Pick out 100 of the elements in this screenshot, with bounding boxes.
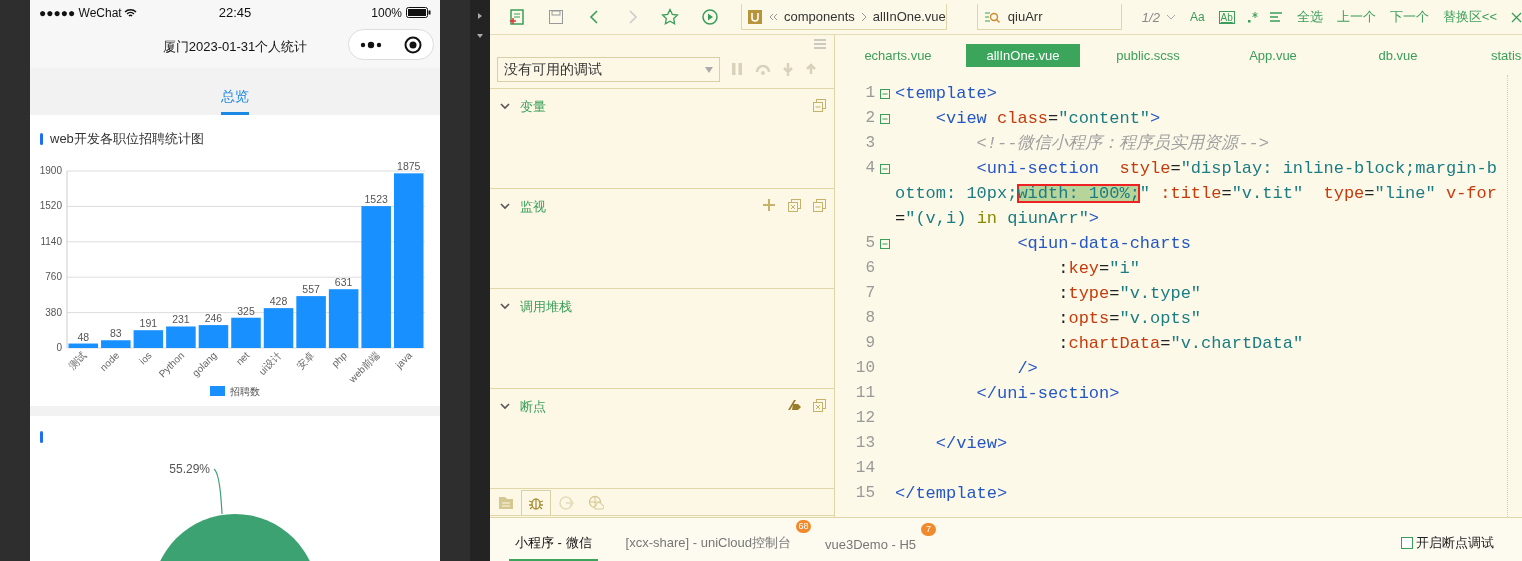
breakpoint-toggle-icon[interactable] [787,398,801,412]
file-list-icon [498,495,514,511]
axis-tick-label: 380 [45,306,62,318]
percent-label: 55.29% [169,462,210,476]
chevron-down-icon[interactable] [500,101,510,111]
line-number: 14 [854,458,875,479]
value-label: 1523 [364,193,388,206]
axis-tick-label: 1140 [40,235,62,247]
side-tab[interactable] [521,490,551,515]
line-number: 6 [864,258,875,279]
collapse-icon[interactable] [880,238,890,249]
expand-icon[interactable] [476,12,484,20]
clock-time: 22:45 [218,5,252,20]
collapse-icon[interactable] [880,88,890,99]
bug-icon [528,495,544,511]
restore-icon[interactable] [812,98,826,112]
panel-section-title[interactable]: 监视 [520,198,546,216]
line-number: 15 [854,483,875,504]
search-field[interactable]: qiuArr [976,4,1122,30]
collapse-icon[interactable] [880,113,890,124]
line-number: 5 [864,233,875,254]
code-line: :opts="v.opts" [1057,308,1202,330]
line-number: 9 [864,333,875,354]
line-number: 11 [854,383,875,404]
line-number: 13 [854,433,875,454]
leader-line [213,468,223,515]
cloud-globe-icon [588,495,604,511]
file-tab[interactable]: statis [1466,43,1522,67]
value-label: 191 [139,317,158,330]
chevron-down-icon[interactable] [500,401,510,411]
plus-icon[interactable] [762,198,776,212]
axis-tick-label: 0 [56,342,62,353]
value-label: 246 [204,312,223,325]
dropdown-icon[interactable] [476,32,484,40]
find-action-link[interactable]: 替换区<< [1442,8,1497,26]
save-icon[interactable] [548,9,564,25]
file-tab[interactable]: public.scss [1091,43,1205,67]
page-title: 厦门2023-01-31个人统计 [162,38,308,56]
close-all-icon[interactable] [787,198,801,212]
axis-tick-label: 1900 [39,165,62,176]
count-badge: 68 [796,520,811,533]
new-file-icon[interactable] [508,8,526,26]
panel-section-title[interactable]: 变量 [520,98,546,116]
value-label: 83 [109,327,122,340]
axis-tick-label: 1520 [39,200,62,212]
file-tab[interactable]: echarts.vue [841,43,955,67]
whole-word-toggle[interactable]: Ab [1218,10,1235,24]
console-tab[interactable]: [xcx-share] - uniCloud控制台 [619,534,797,561]
dropdown-icon [705,66,713,73]
category-label: ios [136,349,154,367]
chevron-down-icon[interactable] [500,301,510,311]
project-icon [748,9,762,24]
line-number: 10 [854,358,875,379]
console-tab[interactable]: vue3Demo - H5 [819,537,923,561]
category-label: 测试 [66,349,89,372]
search-icon [983,9,1000,24]
line-number: 7 [864,283,875,304]
panel-section-title[interactable]: 断点 [520,398,546,416]
carrier-text: ●●●●● WeChat [39,5,122,20]
checkbox-label[interactable]: 开启断点调试 [1416,534,1494,552]
section-marker [40,133,43,145]
code-line: :chartData="v.chartData" [1057,333,1304,355]
code-line: /> [1016,358,1038,380]
chevrons-left-icon [768,11,778,22]
console-tab[interactable]: 小程序 - 微信 [509,534,598,561]
file-tab[interactable]: App.vue [1216,43,1330,67]
value-label: 1875 [397,160,421,173]
breadcrumb-item[interactable]: components [784,9,855,24]
battery-percentage: 100% [371,5,402,20]
line-number: 8 [864,308,875,329]
align-left-icon[interactable] [1268,11,1283,23]
section-marker [40,431,43,443]
breadcrumb-item[interactable]: allInOne.vue [872,9,946,24]
battery-icon [406,7,431,18]
collapse-icon[interactable] [880,163,890,174]
close-icon[interactable] [1511,11,1522,23]
chevron-right-icon [860,11,867,22]
find-action-link[interactable]: 全选 [1296,8,1323,26]
line-number: 4 [864,158,875,179]
file-tab[interactable]: allInOne.vue [966,43,1080,67]
close-target-icon[interactable] [404,35,422,54]
close-all-icon[interactable] [812,398,826,412]
panel-section-title[interactable]: 调用堆栈 [520,298,572,316]
match-case-toggle[interactable]: Aa [1189,10,1205,24]
back-icon[interactable] [588,9,600,25]
find-action-link[interactable]: 下一个 [1389,8,1429,26]
run-icon[interactable] [701,8,719,26]
debug-target-select[interactable]: 没有可用的调试 [497,57,720,82]
restore-icon[interactable] [812,198,826,212]
chevron-down-icon[interactable] [500,201,510,211]
star-icon[interactable] [661,8,679,26]
checkbox[interactable] [1401,537,1413,549]
regex-icon[interactable] [1246,11,1259,23]
line-number: 3 [864,133,875,154]
file-tab[interactable]: db.vue [1341,43,1455,67]
more-icon[interactable] [360,40,382,49]
code-line: <template> [895,83,998,105]
find-action-link[interactable]: 上一个 [1336,8,1376,26]
axis-tick-label: 760 [45,271,62,283]
legend-label: 招聘数 [230,386,260,397]
